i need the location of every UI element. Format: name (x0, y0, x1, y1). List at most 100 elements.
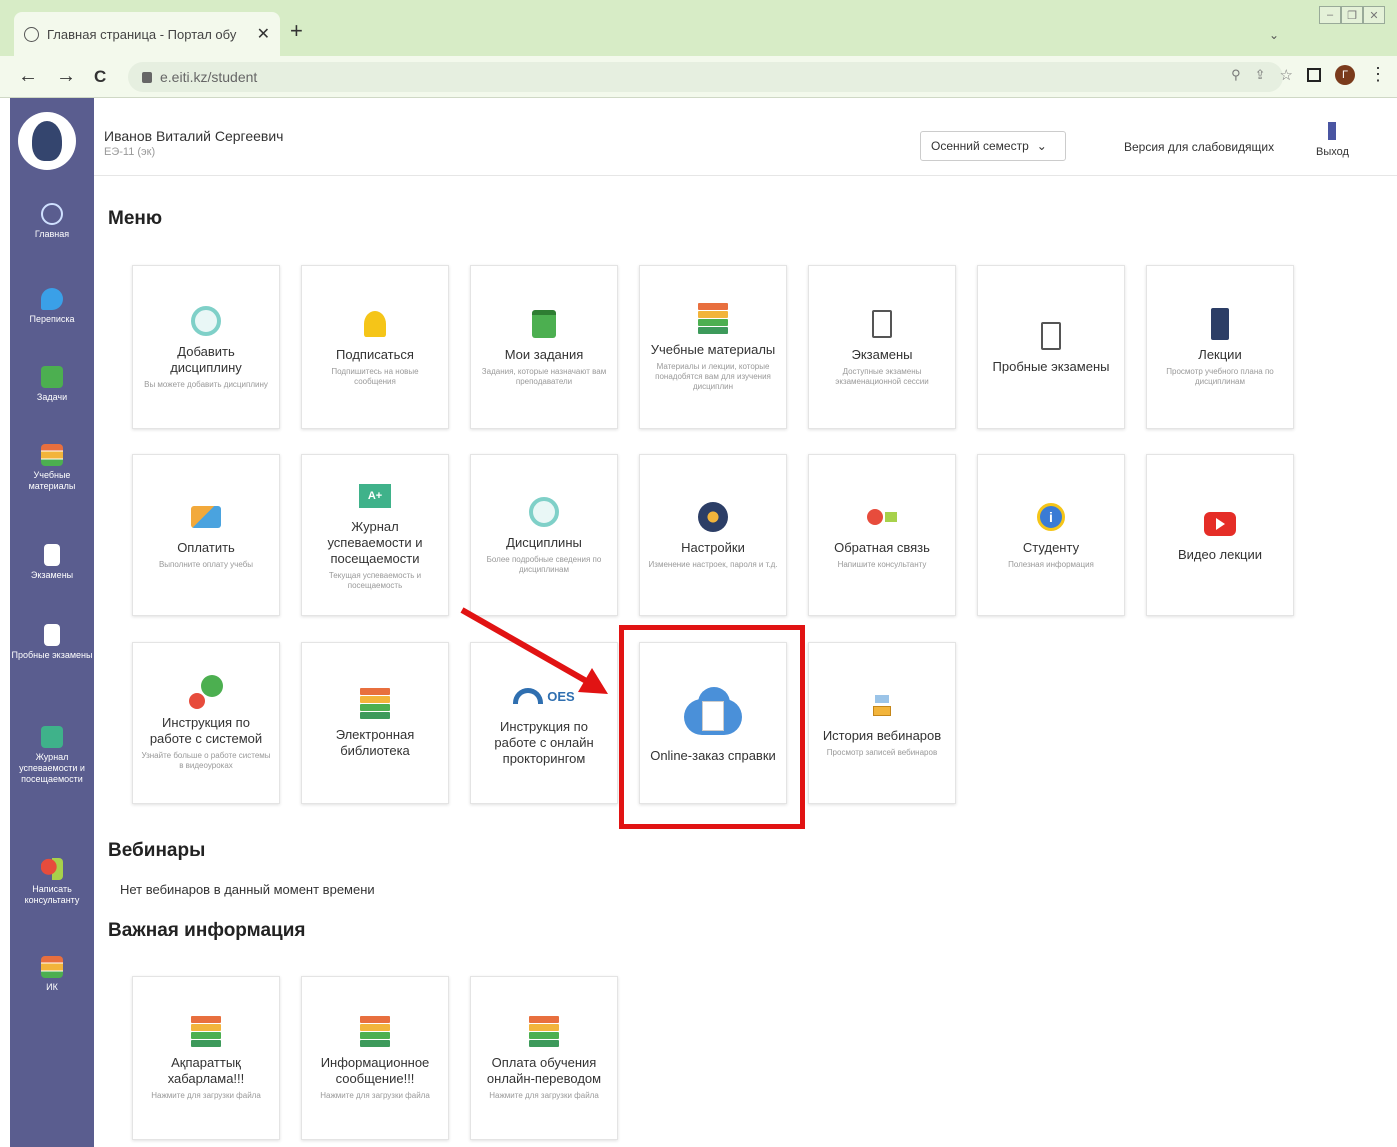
chevron-down-icon: ⌄ (1036, 139, 1047, 153)
menu-card-8[interactable]: A+ Журнал успеваемости и посещаемости Теку… (301, 454, 449, 616)
menu-card-11[interactable]: Обратная связь Напишите консультанту (808, 454, 956, 616)
new-tab-button[interactable]: + (290, 18, 303, 44)
semester-select[interactable]: Осенний семестр ⌄ (920, 131, 1066, 161)
menu-card-7[interactable]: Оплатить Выполните оплату учебы (132, 454, 280, 616)
exit-button[interactable]: Выход (1316, 122, 1349, 158)
card-description: Выполните оплату учебы (158, 560, 254, 569)
menu-card-6[interactable]: Лекции Просмотр учебного плана по дисципл… (1146, 265, 1294, 429)
webinars-empty-text: Нет вебинаров в данный момент времени (120, 882, 375, 897)
menu-card-15[interactable]: Электронная библиотека (301, 642, 449, 804)
profile-avatar[interactable]: Г (1335, 64, 1355, 85)
sidepanel-icon[interactable] (1307, 67, 1321, 82)
user-name: Иванов Виталий Сергеевич (104, 128, 284, 144)
clipboard-icon (44, 624, 60, 646)
card-title: Обратная связь (834, 540, 930, 555)
card-title: Лекции (1198, 347, 1242, 362)
tab-close-icon[interactable]: ✕ (257, 24, 270, 44)
highlight-box (619, 625, 805, 829)
address-bar[interactable]: e.eiti.kz/student (128, 62, 1283, 92)
sidebar-item-materials[interactable]: Учебные материалы (10, 444, 94, 492)
info-card-2[interactable]: Оплата обучения онлайн-переводом Нажмите … (470, 976, 618, 1140)
oes-logo-text: OES (547, 688, 575, 704)
card-title: Информационное сообщение!!! (320, 1055, 430, 1086)
zoom-icon[interactable]: ⚲ (1231, 67, 1241, 83)
card-title: Пробные экзамены (992, 359, 1110, 374)
sidebar-item-consultant[interactable]: Написать консультанту (10, 858, 94, 906)
card-description: Подпишитесь на новые сообщения (331, 367, 419, 386)
bell-icon (358, 307, 392, 341)
menu-card-16[interactable]: OES Инструкция по работе с онлайн проктор… (470, 642, 618, 804)
books-icon (527, 1015, 561, 1049)
menu-card-12[interactable]: i Студенту Полезная информация (977, 454, 1125, 616)
card-title: Инструкция по работе с онлайн прокторинг… (494, 719, 594, 766)
chat-icon (41, 288, 63, 310)
clipboard-icon (865, 307, 899, 341)
low-vision-link[interactable]: Версия для слабовидящих (1124, 140, 1274, 154)
sidebar-item-tasks[interactable]: Задачи (10, 366, 94, 403)
grade-icon (41, 726, 63, 748)
sidebar-item-messages[interactable]: Переписка (10, 288, 94, 325)
forward-button[interactable]: → (56, 65, 76, 88)
reload-button[interactable]: C (94, 67, 106, 87)
card-description: Текущая успеваемость и посещаемость (328, 571, 422, 590)
browser-menu-icon[interactable]: ⋮ (1369, 64, 1387, 85)
close-window-icon[interactable]: ✕ (1363, 6, 1385, 24)
menu-card-5[interactable]: Пробные экзамены (977, 265, 1125, 429)
card-description: Вы можете добавить дисциплину (144, 380, 268, 389)
consultant-icon (41, 858, 63, 880)
grade-icon: A+ (358, 479, 392, 513)
menu-card-3[interactable]: Учебные материалы Материалы и лекции, кот… (639, 265, 787, 429)
sidebar-item-journal[interactable]: Журнал успеваемости и посещаемости (10, 726, 94, 785)
card-title: Инструкция по работе с системой (149, 715, 263, 746)
card-description: Полезная информация (1008, 560, 1094, 569)
info-card-0[interactable]: Ақпараттық хабарлама!!! Нажмите для загру… (132, 976, 280, 1140)
user-avatar[interactable] (18, 112, 76, 170)
atom-icon (41, 203, 63, 225)
card-title: Настройки (681, 540, 745, 555)
tab-search-icon[interactable]: ⌄ (1269, 28, 1279, 42)
menu-card-0[interactable]: Добавить дисциплину Вы можете добавить ди… (132, 265, 280, 429)
share-icon[interactable]: ⇪ (1255, 67, 1266, 83)
settings-icon (696, 500, 730, 534)
books-icon (358, 687, 392, 721)
browser-tab[interactable]: Главная страница - Портал обу ✕ (14, 12, 280, 56)
clipboard-icon (1034, 319, 1068, 353)
phone-icon (1203, 307, 1237, 341)
menu-card-10[interactable]: Настройки Изменение настроек, пароля и т.… (639, 454, 787, 616)
clipboard-icon (44, 544, 60, 566)
menu-card-1[interactable]: Подписаться Подпишитесь на новые сообщени… (301, 265, 449, 429)
info-icon: i (1034, 500, 1068, 534)
menu-card-13[interactable]: Видео лекции (1146, 454, 1294, 616)
sidebar-item-home[interactable]: Главная (10, 203, 94, 240)
menu-card-2[interactable]: Мои задания Задания, которые назначают ва… (470, 265, 618, 429)
user-group: ЕЭ-11 (эк) (104, 146, 156, 158)
card-title: Журнал успеваемости и посещаемости (327, 519, 423, 566)
card-title: Видео лекции (1177, 547, 1263, 562)
card-description: Изменение настроек, пароля и т.д. (648, 560, 778, 569)
card-title: Студенту (1022, 540, 1080, 555)
oes-logo-icon: OES (499, 679, 589, 713)
minimize-icon[interactable]: – (1319, 6, 1341, 24)
info-card-1[interactable]: Информационное сообщение!!! Нажмите для з… (301, 976, 449, 1140)
instruction-icon (189, 675, 223, 709)
books-icon (358, 1015, 392, 1049)
address-toolbar: ← → C e.eiti.kz/student ⚲ ⇪ ☆ Г ⋮ (0, 56, 1397, 98)
browser-tabbar: Главная страница - Портал обу ✕ + ⌄ – ❐ … (0, 0, 1397, 56)
menu-card-9[interactable]: Дисциплины Более подробные сведения по ди… (470, 454, 618, 616)
restore-icon[interactable]: ❐ (1341, 6, 1363, 24)
sidebar-item-ik[interactable]: ИК (10, 956, 94, 993)
card-title: Учебные материалы (650, 342, 776, 357)
menu-card-18[interactable]: История вебинаров Просмотр записей вебина… (808, 642, 956, 804)
globe-icon (24, 26, 39, 42)
menu-card-4[interactable]: Экзамены Доступные экзамены экзаменационн… (808, 265, 956, 429)
sidebar-item-trial-exams[interactable]: Пробные экзамены (10, 624, 94, 661)
card-description: Нажмите для загрузки файла (489, 1091, 599, 1100)
sidebar-item-exams[interactable]: Экзамены (10, 544, 94, 581)
lock-icon (142, 71, 152, 83)
books-icon (696, 302, 730, 336)
bookmark-star-icon[interactable]: ☆ (1280, 66, 1293, 84)
youtube-icon (1203, 507, 1237, 541)
menu-card-14[interactable]: Инструкция по работе с системой Узнайте б… (132, 642, 280, 804)
back-button[interactable]: ← (18, 65, 38, 88)
tasks-icon (41, 366, 63, 388)
